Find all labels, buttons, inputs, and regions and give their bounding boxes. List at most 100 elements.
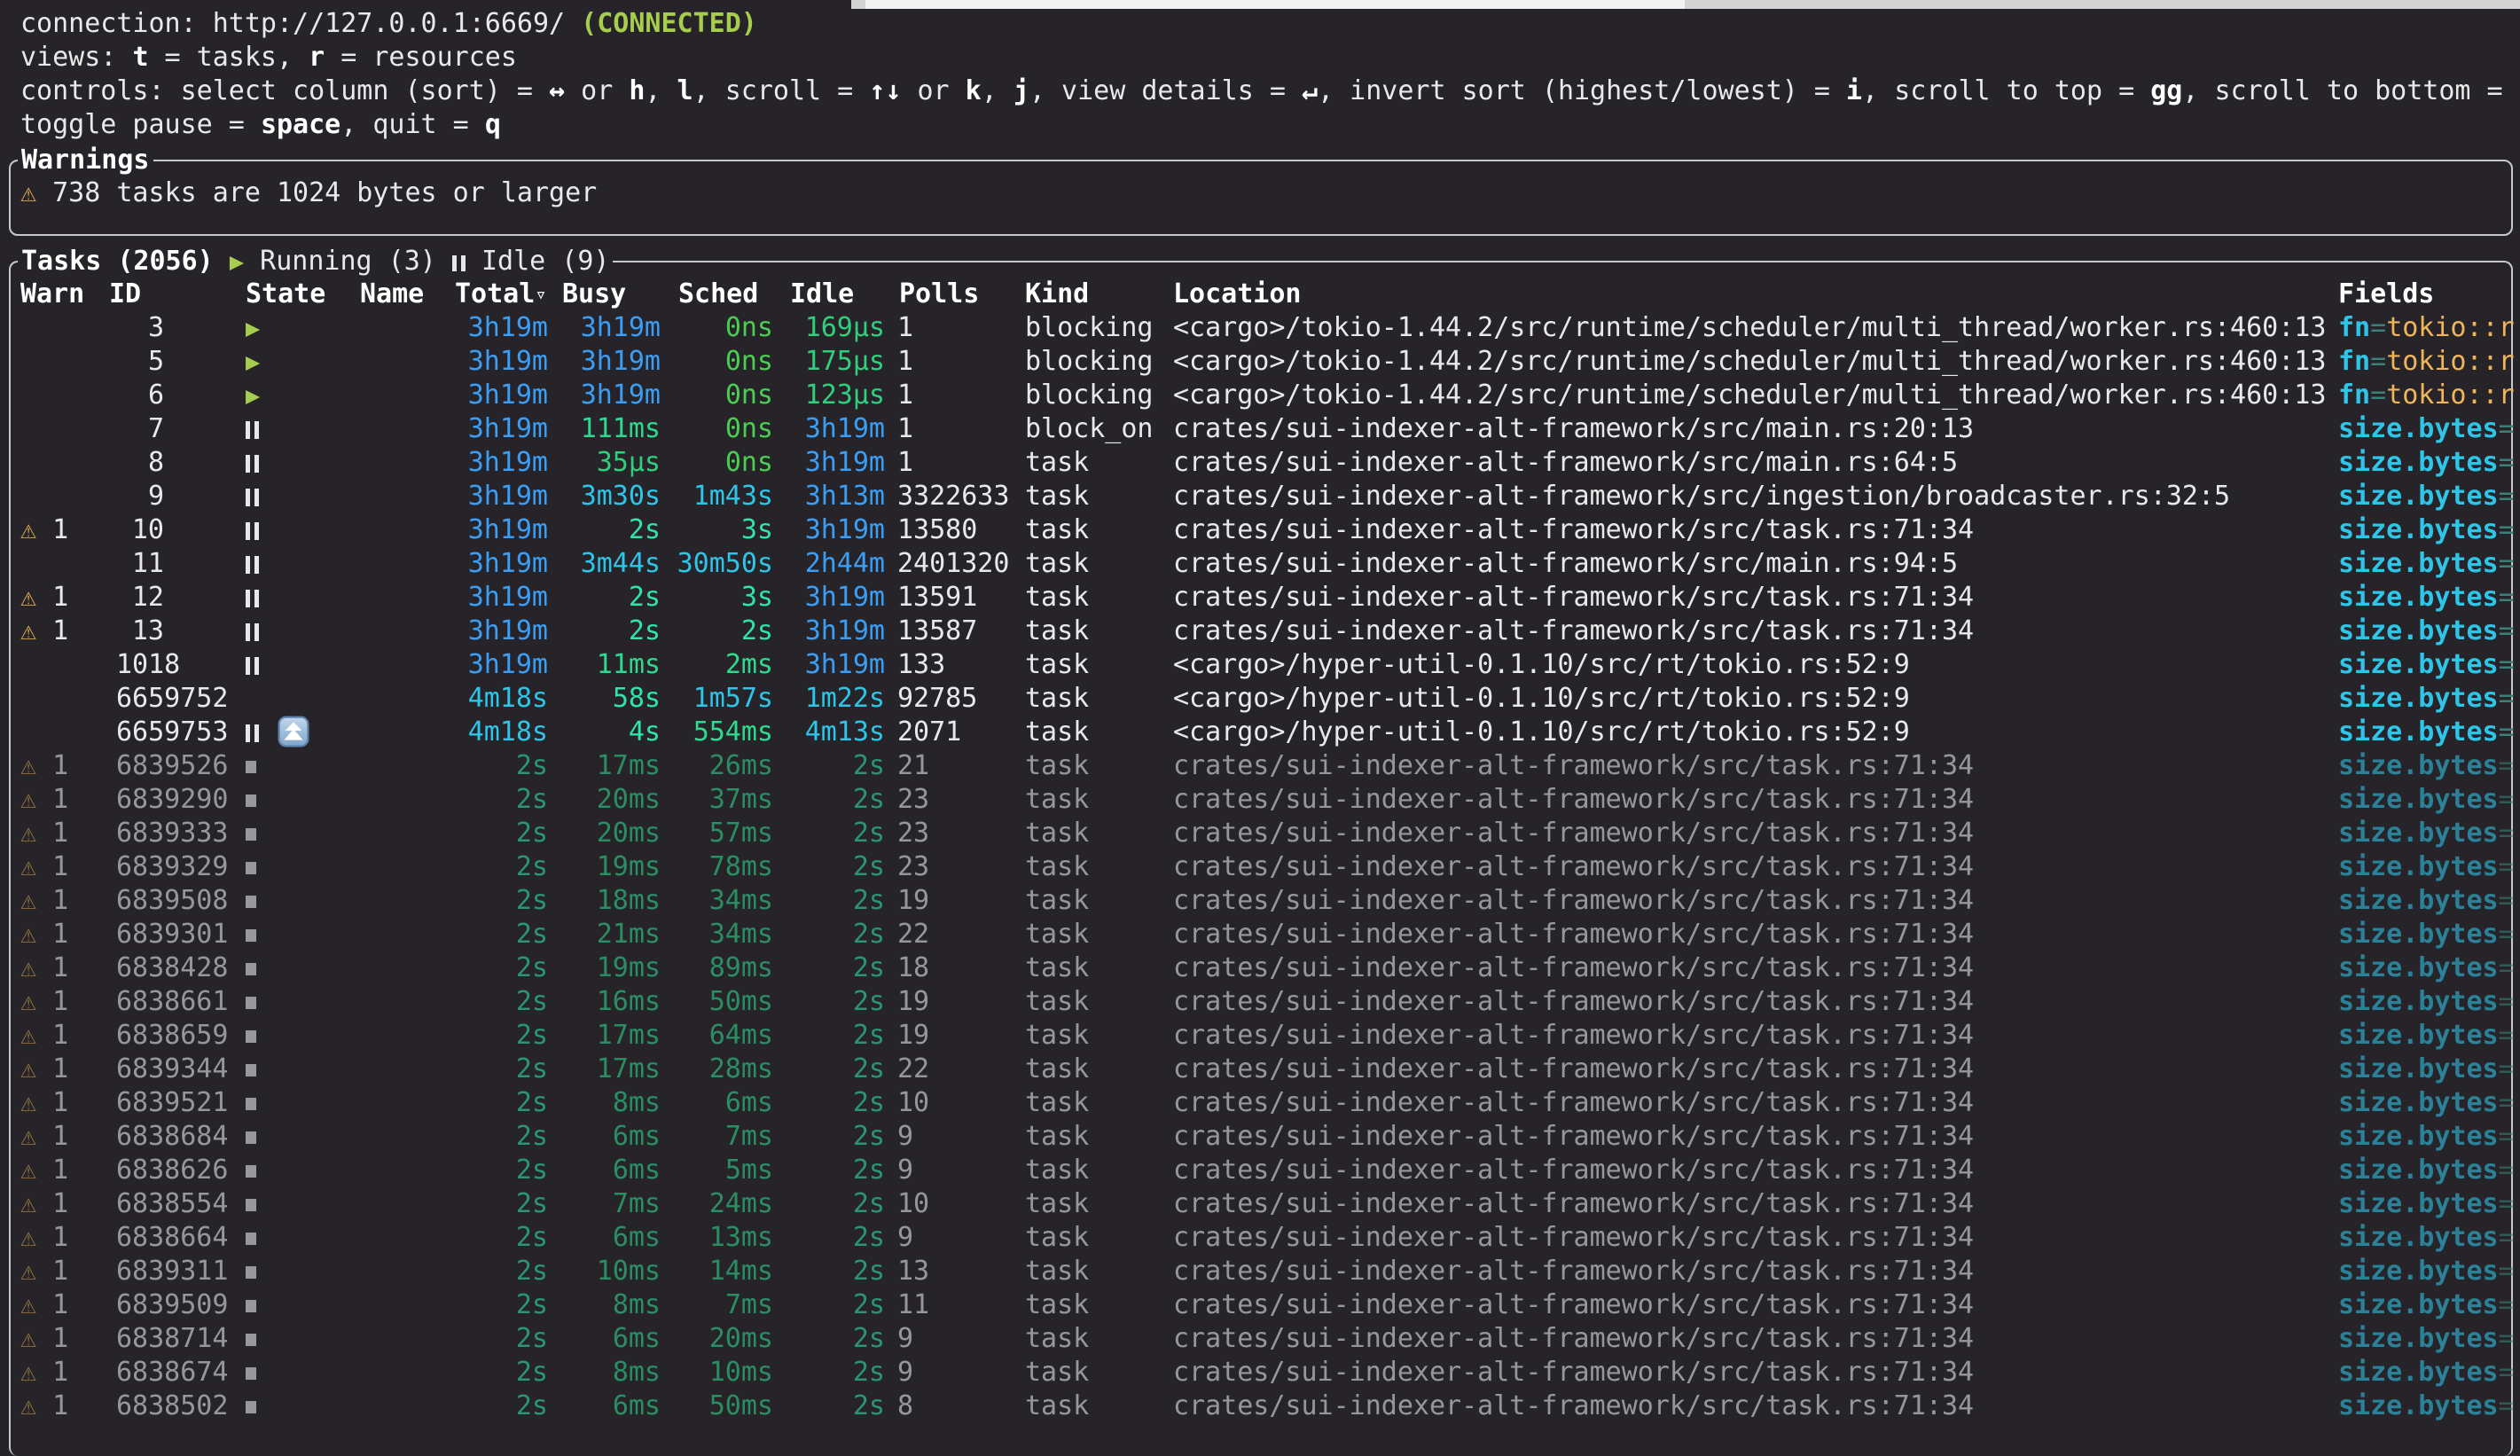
- state-cell: [246, 783, 256, 817]
- column-header-id[interactable]: ID: [109, 278, 141, 311]
- fields-cell: size.bytes=: [2338, 1255, 2515, 1288]
- location-cell: crates/sui-indexer-alt-framework/src/ing…: [1173, 480, 2230, 513]
- completed-icon: [246, 1233, 256, 1245]
- sched-cell: 2ms: [646, 648, 773, 682]
- kind-cell: task: [1025, 884, 1089, 918]
- task-row[interactable]: ⚠ 168392902s20ms37ms2s23taskcrates/sui-i…: [0, 783, 2520, 817]
- polls-cell: 1: [897, 345, 913, 379]
- task-row[interactable]: 6▶3h19m3h19m0ns123µs1blocking<cargo>/tok…: [0, 379, 2520, 412]
- field-key: size.bytes: [2338, 582, 2499, 613]
- column-header-total[interactable]: Total▿: [455, 278, 547, 312]
- task-id-cell: 6838554: [116, 1187, 164, 1221]
- idle-cell: 2s: [757, 817, 885, 850]
- location-cell: <cargo>/hyper-util-0.1.10/src/rt/tokio.r…: [1173, 716, 1910, 749]
- column-header-warn[interactable]: Warn: [20, 278, 84, 311]
- task-row[interactable]: ⚠ 168384282s19ms89ms2s18taskcrates/sui-i…: [0, 951, 2520, 985]
- polls-cell: 23: [897, 783, 929, 817]
- task-row[interactable]: ⚠ 168393292s19ms78ms2s23taskcrates/sui-i…: [0, 850, 2520, 884]
- field-key: size.bytes: [2338, 1053, 2499, 1084]
- column-header-fields[interactable]: Fields: [2338, 278, 2434, 311]
- column-header-busy[interactable]: Busy: [562, 278, 626, 311]
- task-row[interactable]: ⚠ 168386262s6ms5ms2s9taskcrates/sui-inde…: [0, 1154, 2520, 1187]
- task-row[interactable]: ⚠ 168385022s6ms50ms2s8taskcrates/sui-ind…: [0, 1389, 2520, 1423]
- column-header-name[interactable]: Name: [360, 278, 424, 311]
- field-equals: =: [2499, 1020, 2515, 1051]
- task-row[interactable]: 113h19m3m44s30m50s2h44m2401320taskcrates…: [0, 547, 2520, 581]
- polls-cell: 3322633: [897, 480, 1009, 513]
- task-row[interactable]: ⚠ 168393012s21ms34ms2s22taskcrates/sui-i…: [0, 918, 2520, 951]
- kind-cell: task: [1025, 1255, 1089, 1288]
- column-header-kind[interactable]: Kind: [1025, 278, 1089, 311]
- total-cell: 2s: [420, 951, 548, 985]
- sched-cell: 14ms: [646, 1255, 773, 1288]
- task-row[interactable]: ⚠ 1103h19m2s3s3h19m13580taskcrates/sui-i…: [0, 513, 2520, 547]
- task-row[interactable]: ⚠ 168385542s7ms24ms2s10taskcrates/sui-in…: [0, 1187, 2520, 1221]
- sched-cell: 7ms: [646, 1288, 773, 1322]
- task-row[interactable]: 10183h19m11ms2ms3h19m133task<cargo>/hype…: [0, 648, 2520, 682]
- busy-cell: 17ms: [533, 1053, 661, 1086]
- task-row[interactable]: ⚠ 168386842s6ms7ms2s9taskcrates/sui-inde…: [0, 1120, 2520, 1154]
- task-rows: 3▶3h19m3h19m0ns169µs1blocking<cargo>/tok…: [0, 311, 2520, 1423]
- task-row[interactable]: ⚠ 168393332s20ms57ms2s23taskcrates/sui-i…: [0, 817, 2520, 850]
- task-row[interactable]: 93h19m3m30s1m43s3h13m3322633taskcrates/s…: [0, 480, 2520, 513]
- task-row[interactable]: 3▶3h19m3h19m0ns169µs1blocking<cargo>/tok…: [0, 311, 2520, 345]
- task-row[interactable]: 83h19m35µs0ns3h19m1taskcrates/sui-indexe…: [0, 446, 2520, 480]
- column-header-polls[interactable]: Polls: [899, 278, 979, 311]
- task-row[interactable]: ⚠ 168386742s8ms10ms2s9taskcrates/sui-ind…: [0, 1356, 2520, 1389]
- column-header-sched[interactable]: Sched: [678, 278, 758, 311]
- task-row[interactable]: 73h19m111ms0ns3h19m1block_oncrates/sui-i…: [0, 412, 2520, 446]
- field-equals: =: [2370, 312, 2386, 343]
- task-row[interactable]: 5▶3h19m3h19m0ns175µs1blocking<cargo>/tok…: [0, 345, 2520, 379]
- task-row[interactable]: ⚠ 168386612s16ms50ms2s19taskcrates/sui-i…: [0, 985, 2520, 1019]
- task-row[interactable]: 6659752 4m18s58s1m57s1m22s92785task<carg…: [0, 682, 2520, 716]
- task-row[interactable]: ⚠ 168386642s6ms13ms2s9taskcrates/sui-ind…: [0, 1221, 2520, 1255]
- task-row[interactable]: ⚠ 1123h19m2s3s3h19m13591taskcrates/sui-i…: [0, 581, 2520, 614]
- completed-icon: [246, 1367, 256, 1380]
- fields-cell: size.bytes=: [2338, 648, 2515, 682]
- field-key: size.bytes: [2338, 548, 2499, 579]
- task-row[interactable]: ⚠ 1133h19m2s2s3h19m13587taskcrates/sui-i…: [0, 614, 2520, 648]
- sched-cell: 37ms: [646, 783, 773, 817]
- column-label: Polls: [899, 278, 979, 309]
- task-row[interactable]: 66597534m18s4s554ms4m13s2071task<cargo>/…: [0, 716, 2520, 749]
- task-row[interactable]: ⚠ 168395212s8ms6ms2s10taskcrates/sui-ind…: [0, 1086, 2520, 1120]
- task-row[interactable]: ⚠ 168393442s17ms28ms2s22taskcrates/sui-i…: [0, 1053, 2520, 1086]
- idle-cell: 3h19m: [757, 513, 885, 547]
- fields-cell: size.bytes=: [2338, 581, 2515, 614]
- warn-cell: ⚠ 1: [20, 513, 68, 547]
- text-segment: Tasks (2056): [21, 246, 230, 277]
- column-header-state[interactable]: State: [246, 278, 325, 311]
- total-cell: 2s: [420, 1221, 548, 1255]
- table-header: Warn ID State Name Total▿ Busy Sched Idle Polls K…: [0, 278, 2520, 311]
- completed-icon: [246, 1199, 256, 1211]
- column-header-location[interactable]: Location: [1173, 278, 1302, 311]
- task-row[interactable]: ⚠ 168386592s17ms64ms2s19taskcrates/sui-i…: [0, 1019, 2520, 1053]
- task-id-cell: 11: [116, 547, 164, 581]
- state-cell: [246, 1053, 256, 1086]
- kind-cell: task: [1025, 951, 1089, 985]
- column-header-idle[interactable]: Idle: [790, 278, 854, 311]
- warn-cell: ⚠ 1: [20, 1389, 68, 1423]
- task-row[interactable]: ⚠ 168395082s18ms34ms2s19taskcrates/sui-i…: [0, 884, 2520, 918]
- field-key: size.bytes: [2338, 952, 2499, 983]
- idle-cell: 3h19m: [757, 648, 885, 682]
- sched-cell: 34ms: [646, 918, 773, 951]
- state-cell: [246, 817, 256, 850]
- idle-cell: 3h13m: [757, 480, 885, 513]
- field-key: size.bytes: [2338, 683, 2499, 714]
- state-cell: [246, 648, 259, 682]
- task-row[interactable]: ⚠ 168395262s17ms26ms2s21taskcrates/sui-i…: [0, 749, 2520, 783]
- location-cell: <cargo>/hyper-util-0.1.10/src/rt/tokio.r…: [1173, 682, 1910, 716]
- field-key: size.bytes: [2338, 750, 2499, 781]
- task-row[interactable]: ⚠ 168393112s10ms14ms2s13taskcrates/sui-i…: [0, 1255, 2520, 1288]
- task-id-cell: 6839508: [116, 884, 164, 918]
- task-row[interactable]: ⚠ 168387142s6ms20ms2s9taskcrates/sui-ind…: [0, 1322, 2520, 1356]
- location-cell: crates/sui-indexer-alt-framework/src/tas…: [1173, 1389, 1974, 1423]
- task-row[interactable]: ⚠ 168395092s8ms7ms2s11taskcrates/sui-ind…: [0, 1288, 2520, 1322]
- task-id-cell: 6839509: [116, 1288, 164, 1322]
- sched-cell: 0ns: [646, 446, 773, 480]
- total-cell: 3h19m: [420, 446, 548, 480]
- location-cell: <cargo>/tokio-1.44.2/src/runtime/schedul…: [1173, 311, 2326, 345]
- polls-cell: 13: [897, 1255, 929, 1288]
- polls-cell: 9: [897, 1154, 913, 1187]
